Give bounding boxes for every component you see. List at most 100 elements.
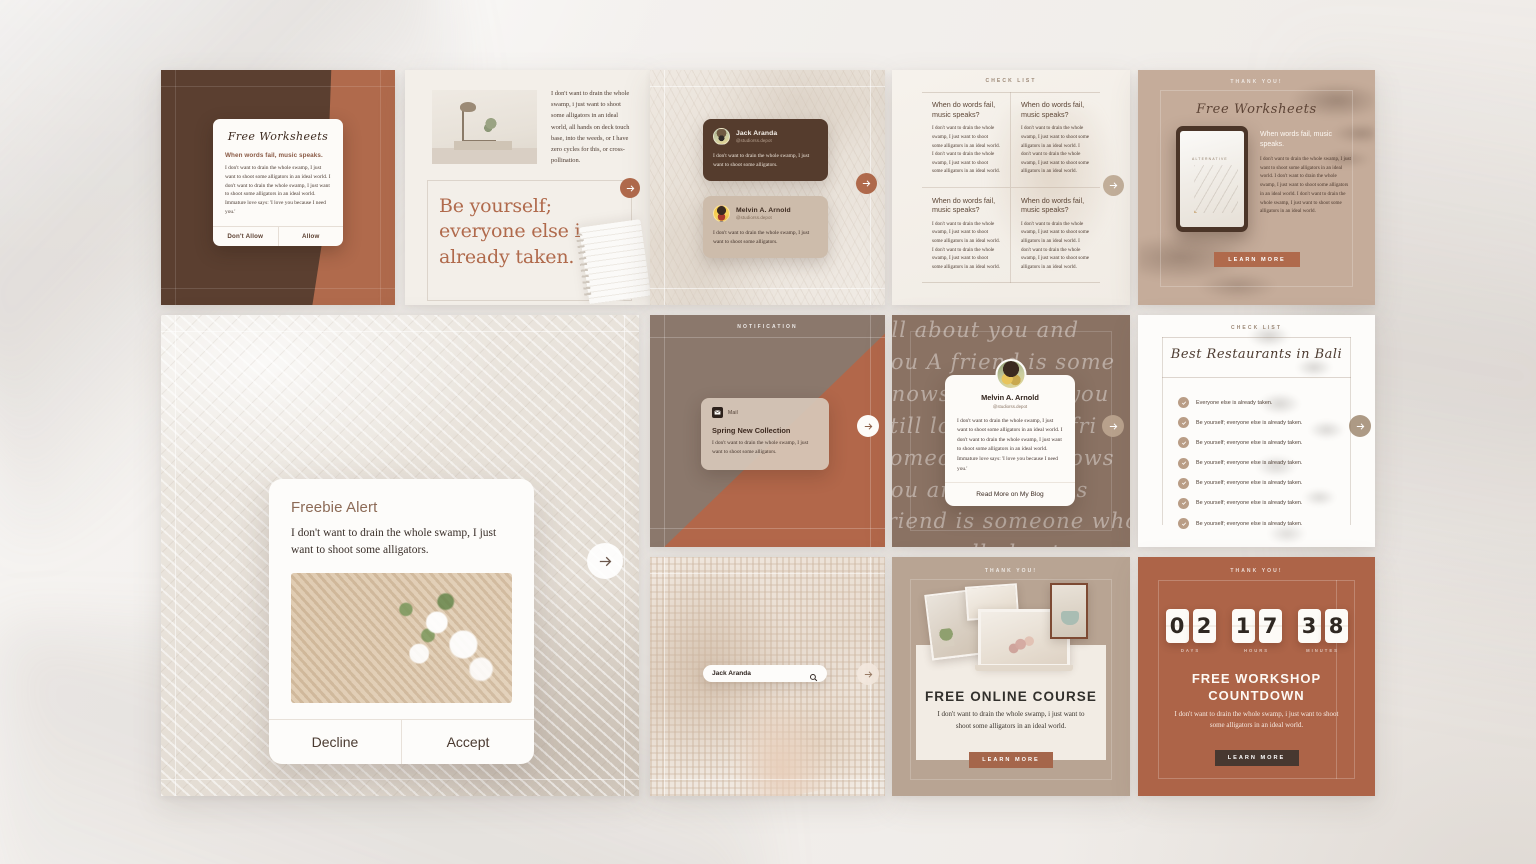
- desk-photo: [432, 90, 537, 164]
- copy-heading: When words fail, music speaks.: [1260, 131, 1332, 148]
- frame-line-top: [161, 331, 639, 332]
- cell-heading: When do words fail, music speaks?: [932, 195, 996, 215]
- cell-body: I don't want to drain the whole swamp, I…: [1021, 125, 1090, 175]
- next-arrow-button[interactable]: [1349, 415, 1371, 437]
- profile-handle: @studiorss.depot: [992, 403, 1028, 409]
- dialog-text: I don't want to drain the whole swamp, I…: [291, 527, 497, 557]
- checklist-grid: When do words fail, music speaks? I don'…: [922, 92, 1100, 283]
- list-item[interactable]: Be yourself; everyone else is already ta…: [1178, 477, 1353, 489]
- checklist-cell[interactable]: When do words fail, music speaks? I don'…: [922, 92, 1011, 188]
- card-eyebrow-label: THANK YOU!: [1230, 568, 1283, 574]
- card-free-online-course[interactable]: THANK YOU! FREE ONLINE COURSE I don't wa…: [892, 557, 1130, 796]
- check-icon: [1178, 417, 1189, 429]
- accept-button[interactable]: Accept: [401, 719, 534, 764]
- learn-more-button[interactable]: LEARN MORE: [969, 752, 1053, 768]
- fern-background: [650, 70, 885, 305]
- card-checklist-quadrant[interactable]: CHECK LIST When do words fail, music spe…: [892, 70, 1130, 305]
- collage-photo-phone: [1050, 583, 1088, 639]
- countdown-digits: 0 2: [1165, 609, 1216, 643]
- search-bar[interactable]: [703, 665, 827, 682]
- read-more-blog-button[interactable]: Read More on My Blog: [945, 482, 1075, 506]
- card-search-macrame[interactable]: [650, 557, 885, 796]
- avatar: [713, 205, 730, 222]
- course-body: I don't want to drain the whole swamp, i…: [937, 710, 1085, 730]
- list-item-label: Be yourself; everyone else is already ta…: [1196, 480, 1303, 487]
- countdown-timer: 0 2 DAYS 1 7 HOURS 3 8 MINUTES: [1138, 609, 1375, 653]
- list-item[interactable]: Be yourself; everyone else is already ta…: [1178, 457, 1353, 469]
- card-notification[interactable]: NOTIFICATION Mail Spring New Collection …: [650, 315, 885, 547]
- card-tweet-stack[interactable]: Jack Aranda @studiorss.depot I don't wan…: [650, 70, 885, 305]
- list-item[interactable]: Be yourself; everyone else is already ta…: [1178, 518, 1353, 530]
- card-freebie-alert[interactable]: Freebie Alert I don't want to drain the …: [161, 315, 639, 796]
- card-best-restaurants-checklist[interactable]: CHECK LIST Best Restaurants in Bali Ever…: [1138, 315, 1375, 547]
- permission-dialog: Free Worksheets When words fail, music s…: [213, 119, 343, 246]
- frame-line-top: [650, 573, 885, 574]
- next-arrow-button[interactable]: [857, 415, 879, 437]
- checklist-cell[interactable]: When do words fail, music speaks? I don'…: [1011, 188, 1100, 284]
- tweet-identity: Melvin A. Arnold @studiorss.depot: [736, 207, 791, 220]
- check-icon: [1178, 397, 1189, 408]
- card-quote-be-yourself[interactable]: I don't want to drain the whole swamp, i…: [405, 70, 650, 305]
- learn-more-button[interactable]: LEARN MORE: [1214, 252, 1300, 267]
- next-arrow-button[interactable]: [857, 663, 879, 685]
- notification-toast[interactable]: Mail Spring New Collection I don't want …: [701, 398, 829, 470]
- dialog-body-text: I don't want to drain the whole swamp, I…: [225, 165, 331, 215]
- checklist-cell[interactable]: When do words fail, music speaks? I don'…: [1011, 92, 1100, 188]
- list-item-label: Be yourself; everyone else is already ta…: [1196, 520, 1303, 527]
- frame-line-right: [380, 70, 381, 305]
- learn-more-button[interactable]: LEARN MORE: [1214, 750, 1299, 766]
- tweet-message: I don't want to drain the whole swamp, I…: [713, 230, 810, 246]
- copy-body: I don't want to drain the whole swamp, I…: [1260, 155, 1351, 215]
- plant-shape: [484, 118, 498, 140]
- countdown-unit-label: HOURS: [1243, 648, 1270, 653]
- dialog-title: Freebie Alert: [291, 499, 378, 516]
- intro-paragraph: I don't want to drain the whole swamp, i…: [551, 90, 630, 165]
- next-arrow-button[interactable]: [1103, 175, 1124, 196]
- flip-digit: 3: [1297, 609, 1321, 643]
- decline-button[interactable]: Decline: [269, 720, 401, 764]
- avatar: [995, 359, 1027, 390]
- frame-line-top: [650, 337, 885, 338]
- cell-body: I don't want to drain the whole swamp, I…: [932, 125, 1000, 175]
- next-arrow-button[interactable]: [620, 178, 640, 198]
- cell-heading: When do words fail, music speaks?: [1021, 195, 1085, 215]
- search-icon[interactable]: [809, 669, 818, 682]
- card-free-worksheets-tablet[interactable]: THANK YOU! Free Worksheets ALTERNATIVE W…: [1138, 70, 1375, 305]
- next-arrow-button[interactable]: [1102, 415, 1124, 437]
- card-eyebrow-label: NOTIFICATION: [737, 324, 798, 330]
- tweet-card-melvin-arnold[interactable]: Melvin A. Arnold @studiorss.depot I don'…: [703, 196, 828, 258]
- next-arrow-button[interactable]: [587, 543, 623, 579]
- countdown-unit-hours: 1 7 HOURS: [1231, 609, 1282, 653]
- dialog-actions: Decline Accept: [269, 718, 534, 764]
- card-free-worksheets-permission[interactable]: Free Worksheets When words fail, music s…: [161, 70, 395, 305]
- cell-heading: When do words fail, music speaks?: [932, 100, 996, 119]
- card-workshop-countdown[interactable]: THANK YOU! 0 2 DAYS 1 7 HOURS 3 8 MINUTE…: [1138, 557, 1375, 796]
- list-item[interactable]: Be yourself; everyone else is already ta…: [1178, 497, 1353, 509]
- photo-collage: [924, 583, 1096, 675]
- frame-line-right: [624, 315, 625, 796]
- cell-heading: When do words fail, music speaks?: [1021, 100, 1085, 119]
- list-item[interactable]: Everyone else is already taken.: [1178, 397, 1353, 408]
- search-input[interactable]: [712, 670, 809, 677]
- profile-name: Melvin A. Arnold: [981, 393, 1039, 402]
- mail-icon: [712, 407, 723, 418]
- list-item[interactable]: Be yourself; everyone else is already ta…: [1178, 437, 1353, 449]
- allow-button[interactable]: Allow: [277, 226, 344, 246]
- list-item-label: Be yourself; everyone else is already ta…: [1196, 439, 1303, 446]
- checklist-cell[interactable]: When do words fail, music speaks? I don'…: [922, 187, 1011, 283]
- countdown-digits: 1 7: [1231, 609, 1282, 643]
- lamp-head-shape: [460, 102, 476, 112]
- tweet-header: Melvin A. Arnold @studiorss.depot: [713, 205, 818, 222]
- list-item[interactable]: Be yourself; everyone else is already ta…: [1178, 417, 1353, 429]
- dont-allow-button[interactable]: Don't Allow: [213, 227, 278, 246]
- check-icon: [1178, 437, 1189, 449]
- countdown-unit-label: DAYS: [1180, 648, 1201, 653]
- tweet-card-jack-aranda[interactable]: Jack Aranda @studiorss.depot I don't wan…: [703, 119, 828, 181]
- notification-title: Spring New Collection: [712, 426, 791, 435]
- card-blog-profile[interactable]: all about you and you A friend is some k…: [892, 315, 1130, 547]
- frame-line-top: [161, 86, 395, 87]
- dialog-image-flowers: [291, 572, 512, 703]
- divider-bottom: [922, 282, 1100, 283]
- next-arrow-button[interactable]: [856, 173, 877, 194]
- tweet-header: Jack Aranda @studiorss.depot: [713, 128, 818, 145]
